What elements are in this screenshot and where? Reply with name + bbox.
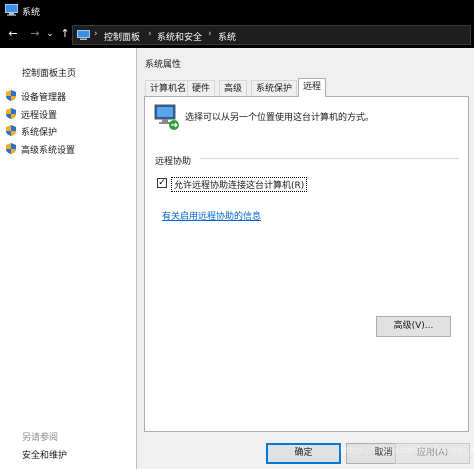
breadcrumb-separator: › — [148, 29, 152, 39]
tab-system-protection[interactable]: 系统保护 — [251, 80, 298, 96]
breadcrumb-item-system[interactable]: 系统 — [218, 30, 236, 43]
breadcrumb-separator: › — [208, 29, 212, 39]
dialog-title: 系统属性 — [145, 60, 182, 70]
window-titlebar: 系统 — [0, 0, 474, 22]
tab-advanced[interactable]: 高级 — [219, 80, 248, 96]
system-properties-dialog: 系统属性 计算机名 硬件 高级 系统保护 远程 选择可以从另一个位置使用这台计算… — [136, 48, 474, 469]
see-also-heading: 另请参阅 — [22, 433, 59, 443]
remote-computer-icon — [154, 104, 179, 130]
address-bar-row: ← → ⌄ ↑ › 控制面板 › 系统和安全 › 系统 — [0, 22, 474, 48]
allow-remote-assistance-checkbox[interactable]: ✓ — [157, 178, 167, 188]
group-divider — [200, 158, 459, 159]
advanced-button[interactable]: 高级(V)... — [376, 316, 451, 337]
control-panel-home-link[interactable]: 控制面板主页 — [22, 66, 76, 79]
tab-hardware[interactable]: 硬件 — [187, 80, 216, 96]
security-maintenance-link[interactable]: 安全和维护 — [22, 448, 67, 461]
sidebar-item-label: 高级系统设置 — [21, 146, 76, 156]
intro-text: 选择可以从另一个位置使用这台计算机的方式。 — [185, 113, 375, 123]
breadcrumb-item-system-security[interactable]: 系统和安全 — [157, 30, 202, 43]
breadcrumb-item-control-panel[interactable]: 控制面板 — [104, 30, 140, 43]
breadcrumb-separator: › — [94, 29, 98, 39]
sidebar-item-label: 远程设置 — [21, 111, 58, 121]
computer-icon — [77, 30, 90, 40]
tab-computer-name[interactable]: 计算机名 — [145, 80, 192, 96]
back-arrow-icon[interactable]: ← — [6, 27, 20, 41]
ok-button[interactable]: 确定 — [266, 443, 341, 464]
recent-locations-chevron-icon[interactable]: ⌄ — [43, 27, 57, 41]
up-arrow-icon[interactable]: ↑ — [58, 27, 72, 41]
forward-arrow-icon[interactable]: → — [28, 27, 42, 41]
shield-icon — [6, 108, 16, 119]
window-title: 系统 — [22, 8, 41, 18]
shield-icon — [6, 143, 16, 154]
watermark-text: https://blog.csdn.net/weixin_44... — [340, 446, 474, 456]
allow-remote-assistance-label[interactable]: 允许远程协助连接这台计算机(R) — [171, 177, 308, 192]
shield-icon — [6, 125, 16, 136]
computer-icon — [5, 4, 18, 16]
left-navigation-pane: 控制面板主页 设备管理器 远程设置 系统保护 高级系统设置 另请参阅 安全和维护 — [0, 48, 136, 469]
remote-assistance-group-title: 远程协助 — [155, 157, 192, 167]
sidebar-item-label: 系统保护 — [21, 128, 58, 138]
sidebar-item-label: 设备管理器 — [21, 93, 67, 103]
remote-assistance-help-link[interactable]: 有关启用远程协助的信息 — [162, 209, 261, 222]
shield-icon — [6, 90, 16, 101]
remote-tab-panel: 选择可以从另一个位置使用这台计算机的方式。 远程协助 ✓ 允许远程协助连接这台计… — [144, 96, 469, 432]
breadcrumb[interactable]: › 控制面板 › 系统和安全 › 系统 — [72, 25, 471, 45]
tab-remote[interactable]: 远程 — [298, 78, 327, 97]
